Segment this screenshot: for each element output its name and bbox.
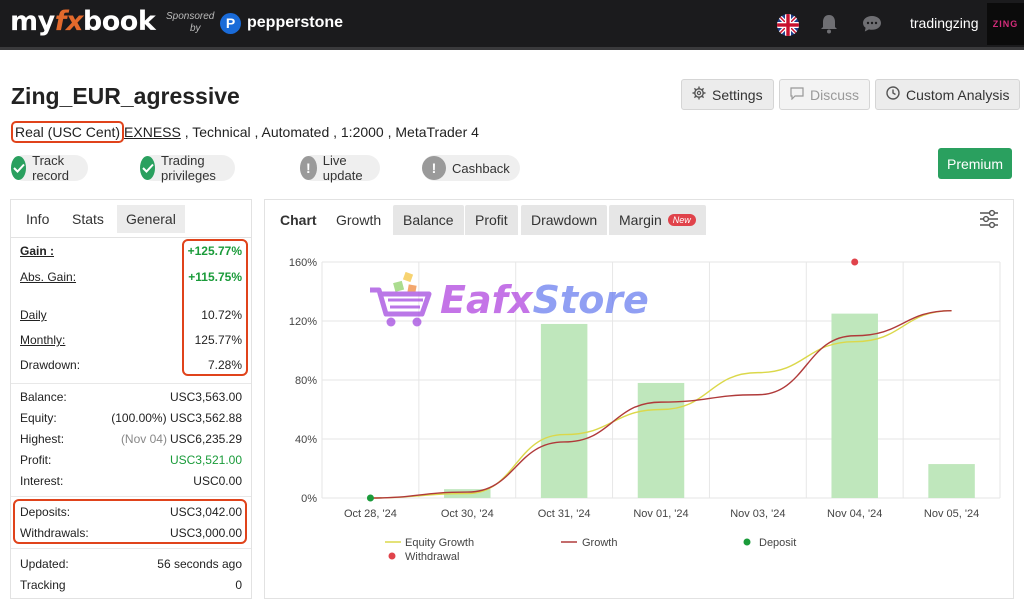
stat-profit: Profit: USC3,521.00 xyxy=(20,453,242,467)
tab-stats[interactable]: Stats xyxy=(63,205,113,233)
badge-label: Track record xyxy=(32,153,69,183)
check-icon xyxy=(140,156,156,180)
divider xyxy=(11,496,251,497)
sponsor-name[interactable]: pepperstone xyxy=(247,14,343,32)
username-link[interactable]: tradingzing xyxy=(910,15,979,31)
y-tick-label: 0% xyxy=(301,493,317,505)
tab-drawdown[interactable]: Drawdown xyxy=(521,205,608,235)
tab-margin-label: Margin xyxy=(619,212,662,228)
x-tick-label: Oct 31, '24 xyxy=(538,508,591,520)
stats-panel: Info Stats General Gain : +125.77% Abs. G… xyxy=(10,199,252,599)
y-tick-label: 80% xyxy=(295,375,317,387)
y-tick-label: 120% xyxy=(289,316,317,328)
broker-link[interactable]: EXNESS xyxy=(124,124,181,140)
new-badge: New xyxy=(667,214,696,226)
pepperstone-logo-icon[interactable]: P xyxy=(220,13,241,34)
top-navigation-bar: myfxbook Sponsored by P pepperstone tradi… xyxy=(0,0,1024,50)
legend-growth-label: Growth xyxy=(582,537,617,549)
stat-equity: Equity: (100.00%) USC3,562.88 xyxy=(20,411,242,425)
x-tick-label: Nov 01, '24 xyxy=(633,508,688,520)
divider xyxy=(11,383,251,384)
avatar[interactable]: ZING xyxy=(987,3,1024,45)
stat-deposits: Deposits: USC3,042.00 xyxy=(20,505,242,519)
sliders-icon[interactable] xyxy=(979,209,999,234)
legend-deposit-label: Deposit xyxy=(759,537,796,549)
watermark-text: EafxStore xyxy=(440,278,649,322)
tab-growth[interactable]: Growth xyxy=(326,205,391,235)
comment-icon xyxy=(790,86,804,103)
withdrawal-marker xyxy=(851,258,859,266)
x-tick-label: Nov 05, '24 xyxy=(924,508,979,520)
eafxstore-watermark: EafxStore xyxy=(368,272,649,328)
account-details: , Technical , Automated , 1:2000 , MetaT… xyxy=(180,124,479,140)
badge-label: Trading privileges xyxy=(161,153,216,183)
growth-bar xyxy=(928,464,975,498)
legend-equity-label: Equity Growth xyxy=(405,537,474,549)
clock-icon xyxy=(886,86,900,103)
highlight-box-gains xyxy=(182,239,248,376)
badge-live-update[interactable]: ! Live update xyxy=(300,153,380,183)
legend-withdrawal-label: Withdrawal xyxy=(405,551,459,563)
stat-balance: Balance: USC3,563.00 xyxy=(20,390,242,404)
x-tick-label: Nov 03, '24 xyxy=(730,508,785,520)
stat-highest: Highest: (Nov 04) USC6,235.29 xyxy=(20,432,242,446)
page-title: Zing_EUR_agressive xyxy=(11,83,240,109)
uk-flag-icon[interactable] xyxy=(777,14,799,36)
discuss-button[interactable]: Discuss xyxy=(779,79,871,110)
growth-bar xyxy=(540,323,588,498)
exclamation-icon: ! xyxy=(300,156,317,180)
discuss-label: Discuss xyxy=(810,86,860,103)
chart-tabs: Chart Growth Balance Profit Drawdown Mar… xyxy=(265,200,1013,238)
chart-panel: Chart Growth Balance Profit Drawdown Mar… xyxy=(264,199,1014,599)
badge-track-record[interactable]: Track record xyxy=(11,153,88,183)
account-type: Real (USC Cent) xyxy=(11,121,125,143)
settings-label: Settings xyxy=(712,86,763,103)
y-tick-label: 40% xyxy=(295,434,317,446)
exclamation-icon: ! xyxy=(422,156,446,180)
myfxbook-logo[interactable]: myfxbook xyxy=(10,6,156,37)
shopping-cart-icon xyxy=(370,272,432,327)
legend-withdrawal-swatch xyxy=(388,552,396,560)
x-tick-label: Oct 28, '24 xyxy=(344,508,397,520)
badge-label: Live update xyxy=(322,153,363,183)
tab-profit[interactable]: Profit xyxy=(465,205,518,235)
tab-balance[interactable]: Balance xyxy=(393,205,464,235)
stat-interest: Interest: USC0.00 xyxy=(20,474,242,488)
badge-cashback[interactable]: ! Cashback xyxy=(422,155,520,181)
chat-icon[interactable] xyxy=(862,15,882,38)
check-icon xyxy=(11,156,27,180)
settings-button[interactable]: Settings xyxy=(681,79,774,110)
growth-bar xyxy=(637,382,685,498)
legend-deposit-swatch xyxy=(743,538,751,546)
tab-general[interactable]: General xyxy=(117,205,185,233)
stats-tabs: Info Stats General xyxy=(11,200,251,238)
custom-analysis-button[interactable]: Custom Analysis xyxy=(875,79,1021,110)
x-tick-label: Nov 04, '24 xyxy=(827,508,882,520)
tab-info[interactable]: Info xyxy=(17,205,58,233)
gear-icon xyxy=(692,86,706,103)
x-tick-label: Oct 30, '24 xyxy=(441,508,494,520)
deposit-marker xyxy=(366,494,374,502)
stat-withdrawals: Withdrawals: USC3,000.00 xyxy=(20,526,242,540)
divider xyxy=(11,548,251,549)
bell-icon[interactable] xyxy=(820,14,838,39)
account-meta: Real (USC Cent) EXNESS , Technical , Auto… xyxy=(11,121,479,143)
custom-analysis-label: Custom Analysis xyxy=(906,86,1010,103)
tab-chart[interactable]: Chart xyxy=(270,205,327,235)
stat-updated: Updated: 56 seconds ago xyxy=(20,557,242,571)
tab-margin[interactable]: Margin New xyxy=(609,205,706,235)
badge-label: Cashback xyxy=(452,160,510,176)
y-tick-label: 160% xyxy=(289,257,317,269)
stat-tracking: Tracking 0 xyxy=(20,578,242,592)
badge-trading-privileges[interactable]: Trading privileges xyxy=(140,153,235,183)
premium-button[interactable]: Premium xyxy=(938,148,1012,179)
sponsored-label: Sponsored by xyxy=(166,11,215,34)
